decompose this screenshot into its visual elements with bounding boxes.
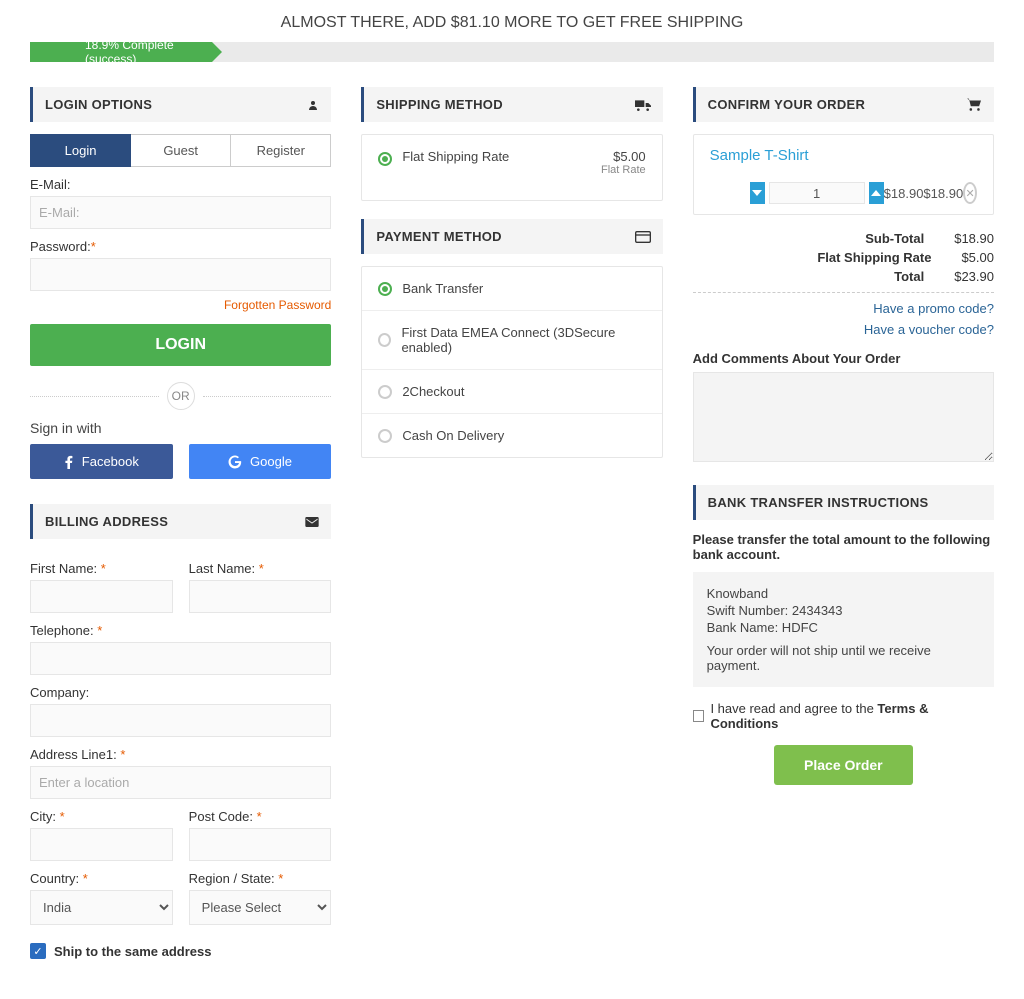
radio-icon[interactable]: [378, 385, 392, 399]
confirm-order-panel-header: CONFIRM YOUR ORDER: [693, 87, 994, 122]
company-label: Company:: [30, 685, 331, 700]
payment-option[interactable]: Bank Transfer: [362, 267, 661, 310]
line-total: $18.90: [923, 186, 963, 201]
google-button[interactable]: Google: [189, 444, 332, 479]
unit-price: $18.90: [884, 186, 924, 201]
bank-transfer-panel-header: BANK TRANSFER INSTRUCTIONS: [693, 485, 994, 520]
remove-item-button[interactable]: ✕: [963, 182, 977, 204]
country-select[interactable]: India: [30, 890, 173, 925]
ship-same-label: Ship to the same address: [54, 944, 212, 959]
signin-with-label: Sign in with: [30, 420, 331, 436]
radio-icon[interactable]: [378, 282, 392, 296]
credit-card-icon: [635, 231, 651, 243]
facebook-button[interactable]: Facebook: [30, 444, 173, 479]
google-icon: [228, 455, 242, 469]
order-comments-input[interactable]: [693, 372, 994, 462]
cart-icon: [966, 98, 982, 112]
shipping-option[interactable]: Flat Shipping Rate $5.00Flat Rate: [378, 149, 645, 176]
progress-bar: 18.9% Complete (success): [30, 42, 994, 62]
radio-icon[interactable]: [378, 333, 391, 347]
order-comments-label: Add Comments About Your Order: [693, 351, 994, 366]
payment-option[interactable]: First Data EMEA Connect (3DSecure enable…: [362, 310, 661, 369]
email-input[interactable]: [30, 196, 331, 229]
radio-icon[interactable]: [378, 429, 392, 443]
progress-fill: 18.9% Complete (success): [30, 42, 212, 62]
shipping-method-panel-header: SHIPPING METHOD: [361, 87, 662, 122]
payment-method-panel-header: PAYMENT METHOD: [361, 219, 662, 254]
tab-guest[interactable]: Guest: [131, 134, 231, 167]
region-select[interactable]: Please Select: [189, 890, 332, 925]
qty-decrease-button[interactable]: [750, 182, 765, 204]
tab-login[interactable]: Login: [30, 134, 131, 167]
postcode-input[interactable]: [189, 828, 332, 861]
forgotten-password-link[interactable]: Forgotten Password: [224, 298, 331, 312]
close-icon: ✕: [965, 187, 974, 200]
tab-register[interactable]: Register: [231, 134, 331, 167]
addr1-label: Address Line1: *: [30, 747, 331, 762]
agree-checkbox[interactable]: [693, 710, 705, 722]
divider: [693, 292, 994, 293]
chevron-down-icon: [752, 190, 762, 196]
login-button[interactable]: LOGIN: [30, 324, 331, 366]
city-input[interactable]: [30, 828, 173, 861]
qty-increase-button[interactable]: [869, 182, 884, 204]
agree-text: I have read and agree to the Terms & Con…: [710, 701, 994, 731]
place-order-button[interactable]: Place Order: [774, 745, 913, 785]
telephone-input[interactable]: [30, 642, 331, 675]
payment-option[interactable]: 2Checkout: [362, 369, 661, 413]
qty-input[interactable]: [769, 182, 865, 204]
order-total-row: Flat Shipping Rate$5.00: [693, 248, 994, 267]
first-name-label: First Name: *: [30, 561, 173, 576]
password-input[interactable]: [30, 258, 331, 291]
envelope-icon: [305, 517, 319, 527]
facebook-icon: [64, 455, 74, 469]
login-options-panel-header: LOGIN OPTIONS: [30, 87, 331, 122]
billing-address-panel-header: BILLING ADDRESS: [30, 504, 331, 539]
first-name-input[interactable]: [30, 580, 173, 613]
order-total-row: Sub-Total$18.90: [693, 229, 994, 248]
postcode-label: Post Code: *: [189, 809, 332, 824]
truck-icon: [635, 99, 651, 111]
ship-same-checkbox[interactable]: ✓: [30, 943, 46, 959]
last-name-input[interactable]: [189, 580, 332, 613]
user-icon: [307, 99, 319, 111]
order-item-name[interactable]: Sample T-Shirt: [710, 147, 809, 164]
bank-instructions-intro: Please transfer the total amount to the …: [693, 532, 994, 562]
chevron-up-icon: [871, 190, 881, 196]
or-divider: OR: [30, 382, 331, 410]
promo-code-link[interactable]: Have a promo code?: [693, 301, 994, 316]
city-label: City: *: [30, 809, 173, 824]
email-label: E-Mail:: [30, 177, 331, 192]
payment-option[interactable]: Cash On Delivery: [362, 413, 661, 457]
order-total-row: Total$23.90: [693, 267, 994, 286]
bank-instructions-box: Knowband Swift Number: 2434343 Bank Name…: [693, 572, 994, 687]
password-label: Password:*: [30, 239, 331, 254]
voucher-code-link[interactable]: Have a voucher code?: [693, 322, 994, 337]
addr1-input[interactable]: [30, 766, 331, 799]
radio-icon[interactable]: [378, 152, 392, 166]
last-name-label: Last Name: *: [189, 561, 332, 576]
telephone-label: Telephone: *: [30, 623, 331, 638]
company-input[interactable]: [30, 704, 331, 737]
